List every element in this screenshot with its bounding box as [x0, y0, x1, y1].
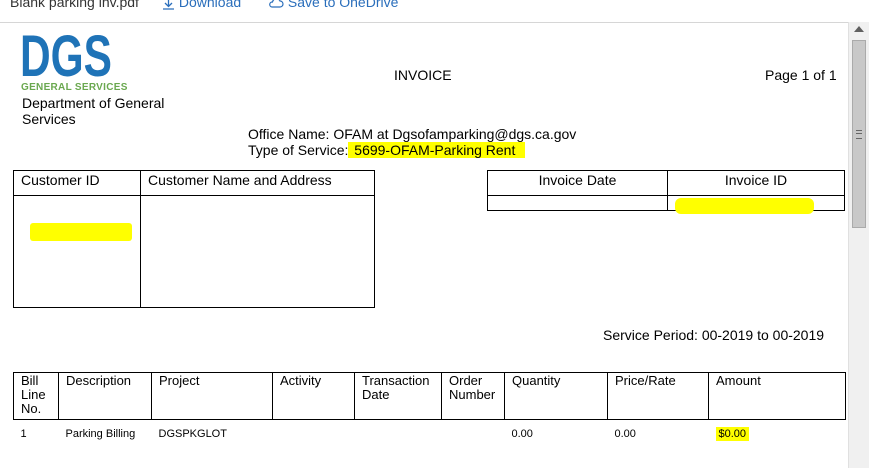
col-header-activity: Activity — [272, 372, 355, 420]
customer-id-cell — [13, 195, 141, 308]
cell-quantity: 0.00 — [511, 428, 533, 440]
cell-line: 1 — [20, 428, 27, 440]
download-icon — [163, 0, 174, 10]
viewer-toolbar: Blank parking inv.pdf Download Save to O… — [0, 0, 869, 23]
download-button[interactable]: Download — [162, 0, 241, 10]
cell-amount: $0.00 — [709, 420, 846, 441]
line-items-table: Bill Line No. Description Project Activi… — [13, 372, 846, 441]
invoice-id-highlight — [675, 198, 814, 214]
service-type: Type of Service: 5699-OFAM-Parking Rent — [248, 142, 576, 158]
customer-id-highlight — [30, 223, 132, 241]
cell-order-number — [442, 420, 505, 441]
cell-description: Parking Billing — [65, 428, 136, 440]
office-name: Office Name: OFAM at Dgsofamparking@dgs.… — [248, 126, 577, 142]
col-header-bill-line: Bill Line No. — [13, 372, 59, 420]
col-header-order-number: Order Number — [441, 372, 505, 420]
invoice-title: INVOICE — [394, 67, 452, 83]
onedrive-label: Save to OneDrive — [287, 0, 399, 10]
scroll-thumb[interactable] — [852, 40, 866, 228]
save-to-onedrive-button[interactable]: Save to OneDrive — [268, 0, 398, 10]
grip-icon — [856, 130, 862, 139]
cell-transaction-date — [355, 420, 442, 441]
cloud-icon — [269, 0, 284, 8]
vertical-scrollbar[interactable] — [848, 22, 869, 468]
office-info: Office Name: OFAM at Dgsofamparking@dgs.… — [248, 126, 576, 158]
invoice-date-cell — [487, 195, 668, 211]
invoice-id-header: Invoice ID — [667, 170, 845, 196]
page-number: Page 1 of 1 — [765, 67, 837, 83]
line-items-header-row: Bill Line No. Description Project Activi… — [13, 372, 846, 420]
cell-price: 0.00 — [614, 428, 636, 440]
customer-id-header: Customer ID — [13, 170, 141, 196]
service-period: Service Period: 00-2019 to 00-2019 — [603, 327, 825, 343]
file-name: Blank parking inv.pdf — [10, 0, 139, 10]
col-header-description: Description — [58, 372, 152, 420]
cell-activity — [273, 420, 355, 441]
col-header-quantity: Quantity — [504, 372, 608, 420]
department-name: Department of General Services — [22, 95, 165, 127]
table-row: 1 Parking Billing DGSPKGLOT 0.00 0.00 $0… — [14, 420, 846, 441]
svg-text:DGS: DGS — [20, 28, 112, 80]
logo-subtext: GENERAL SERVICES — [21, 82, 128, 93]
col-header-transaction-date: Transaction Date — [354, 372, 442, 420]
service-type-value: 5699-OFAM-Parking Rent — [348, 142, 526, 158]
dgs-logo: DGS — [20, 28, 112, 80]
invoice-date-header: Invoice Date — [487, 170, 668, 196]
col-header-price-rate: Price/Rate — [607, 372, 709, 420]
col-header-project: Project — [151, 372, 273, 420]
cell-project: DGSPKGLOT — [158, 428, 227, 440]
download-label: Download — [178, 0, 242, 10]
customer-name-header: Customer Name and Address — [140, 170, 375, 196]
amount-value: $0.00 — [715, 427, 750, 441]
scroll-up-arrow-icon[interactable] — [854, 26, 864, 32]
pdf-page: DGS GENERAL SERVICES Department of Gener… — [0, 23, 848, 468]
col-header-amount: Amount — [708, 372, 846, 420]
customer-name-cell — [140, 195, 375, 308]
service-type-label: Type of Service: — [248, 142, 349, 158]
